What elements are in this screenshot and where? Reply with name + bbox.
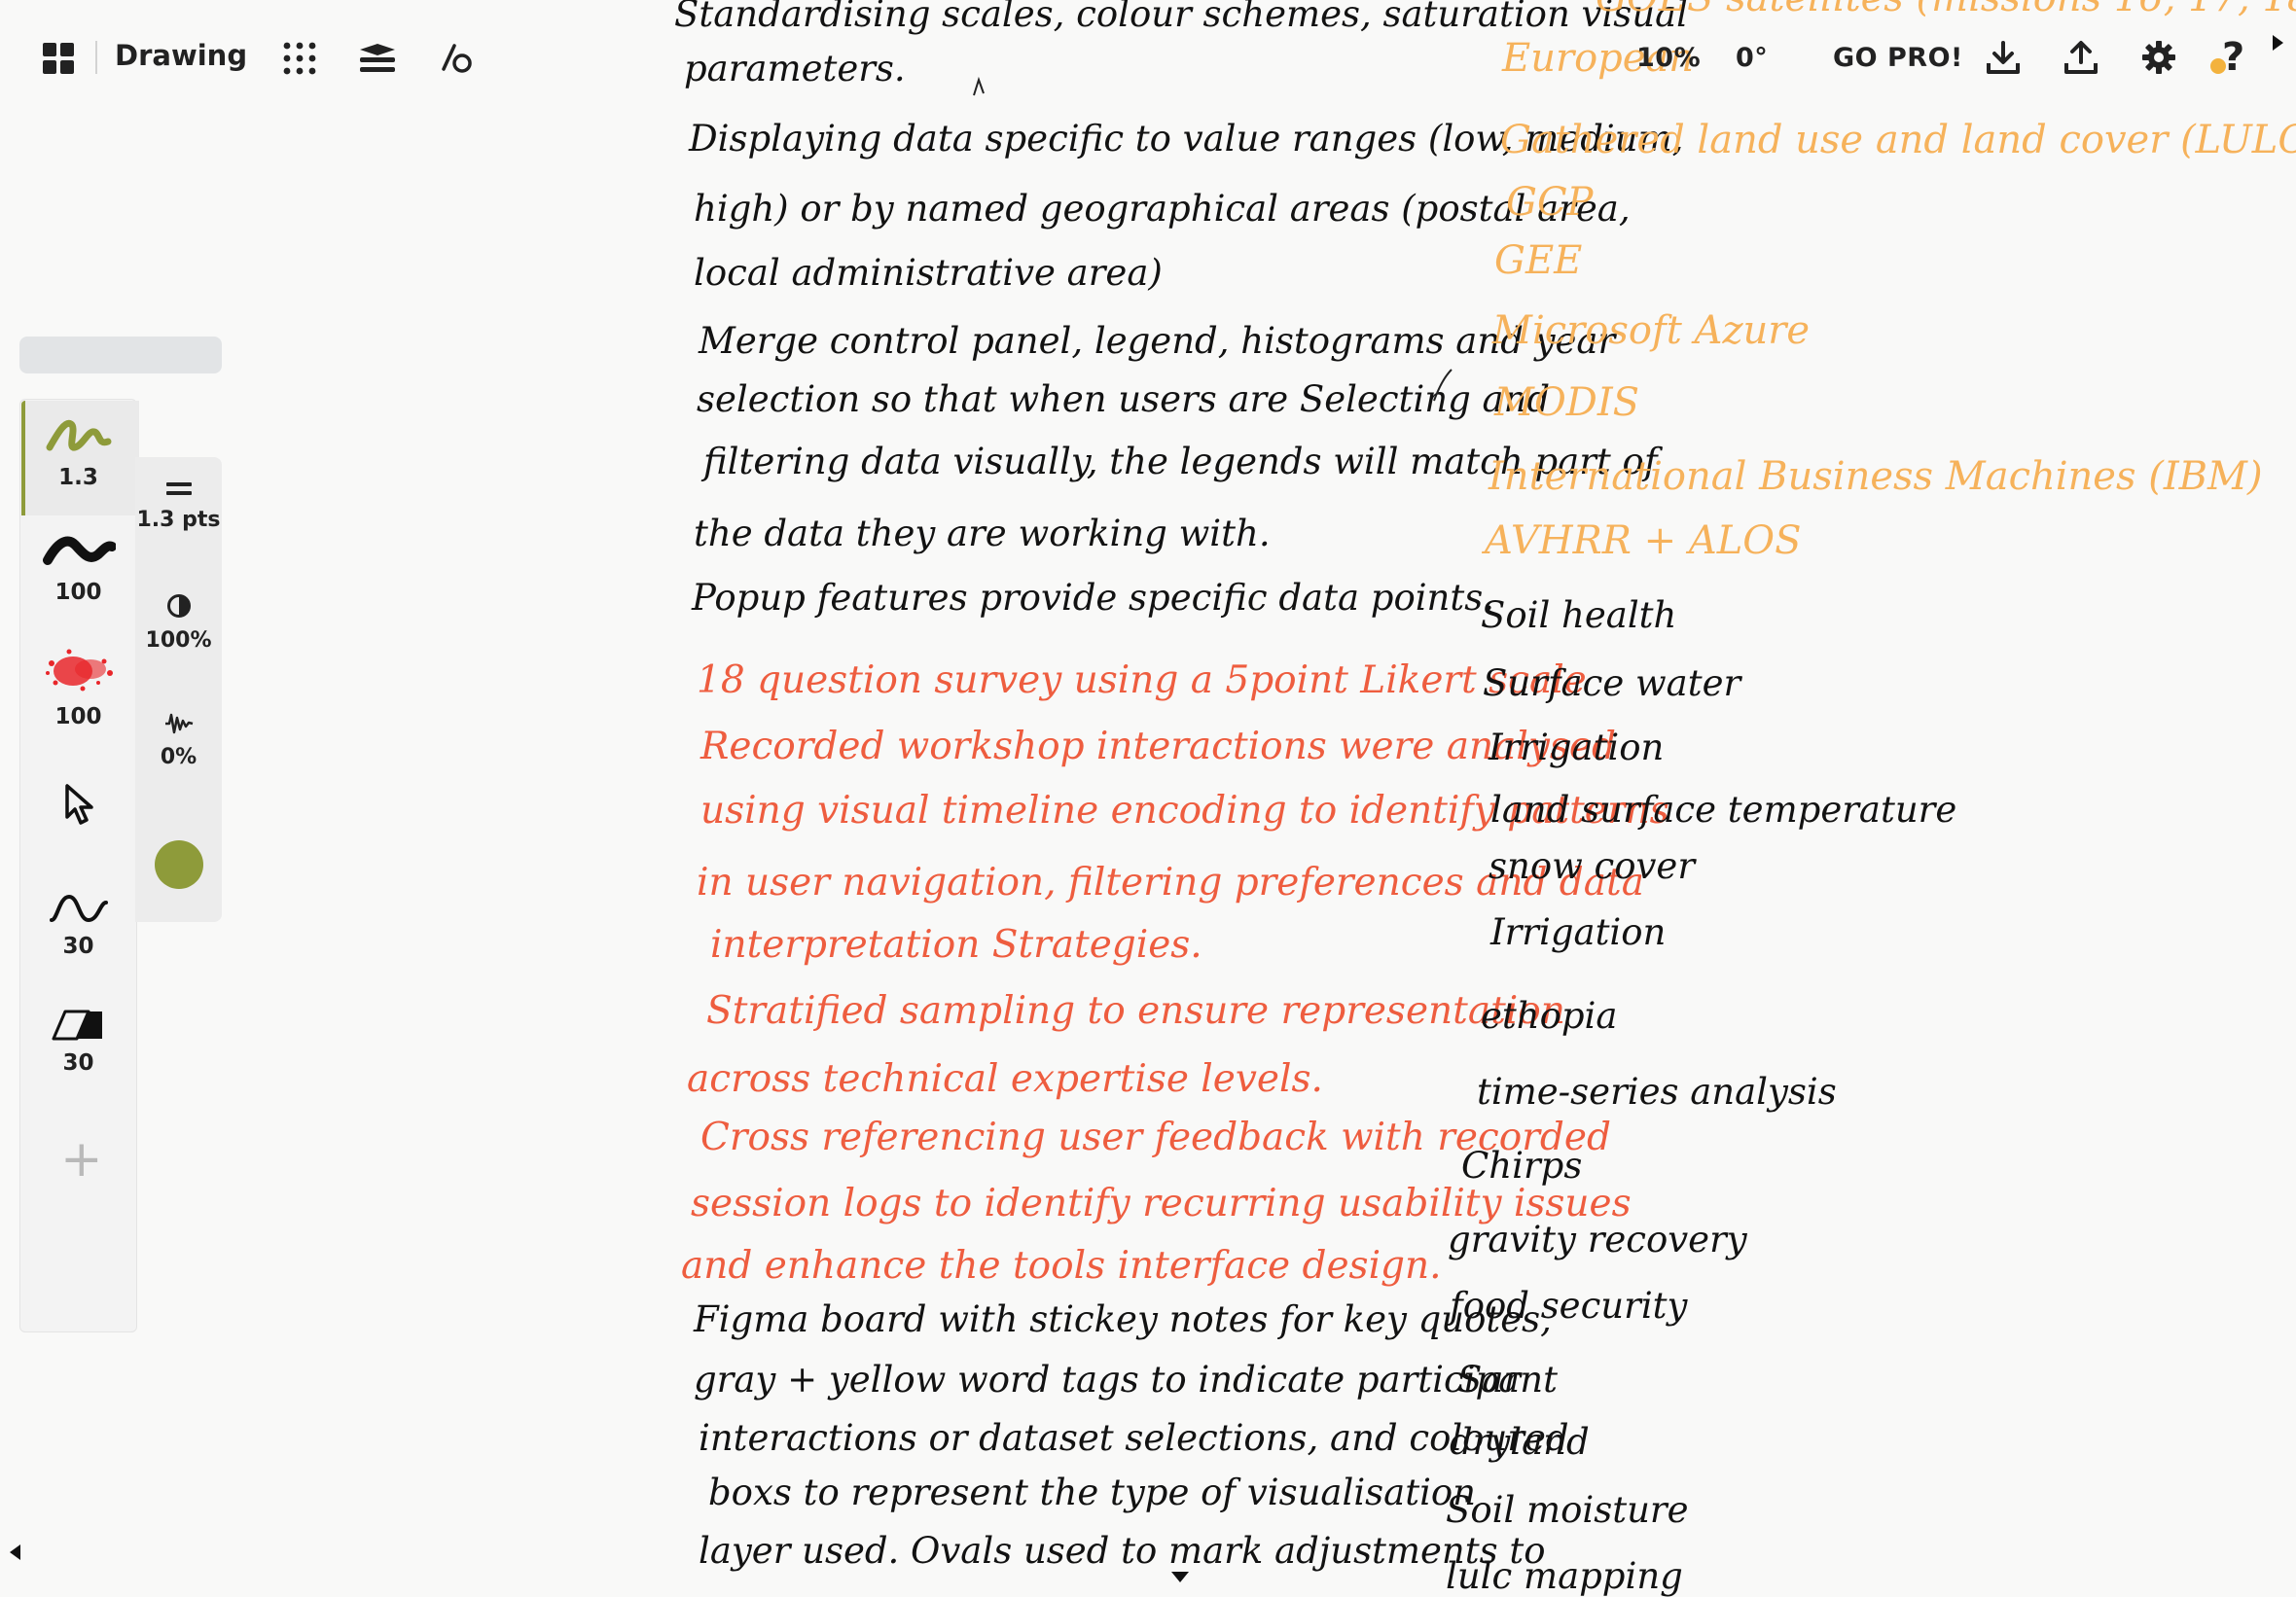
collapse-right-icon[interactable]	[2273, 35, 2283, 51]
layers-icon[interactable]	[358, 41, 397, 76]
note-line-orange: AVHRR + ALOS	[1485, 518, 1802, 563]
stray-stroke	[1433, 369, 1453, 402]
note-line: Chirps	[1461, 1145, 1583, 1187]
note-line: food security	[1450, 1285, 1688, 1327]
note-line-red: 18 question survey using a 5point Likert…	[697, 658, 1587, 702]
note-line: land surface temperature	[1490, 789, 1957, 831]
note-line: Figma board with stickey notes for key q…	[694, 1298, 1552, 1340]
note-line-red: across technical expertise levels.	[687, 1057, 1323, 1101]
note-line: snow cover	[1489, 845, 1696, 887]
zoom-level[interactable]: 10%	[1636, 43, 1701, 73]
note-line: gravity recovery	[1448, 1219, 1747, 1260]
apps-grid-icon[interactable]	[41, 41, 76, 76]
dots-grid-icon[interactable]	[282, 41, 317, 76]
toolbar-divider	[95, 41, 97, 74]
rotation-angle[interactable]: 0°	[1736, 43, 1768, 73]
note-line-red: session logs to identify recurring usabi…	[691, 1182, 1632, 1225]
note-line: time-series analysis	[1477, 1071, 1837, 1113]
note-line-orange: GEE	[1494, 238, 1583, 283]
note-line: Surface water	[1483, 662, 1741, 704]
note-line: boxs to represent the type of visualisat…	[708, 1472, 1477, 1513]
drawing-canvas[interactable]: Standardising scales, colour schemes, sa…	[0, 0, 2296, 1595]
note-line: Soil moisture	[1446, 1489, 1689, 1531]
note-line: local administrative area)	[694, 252, 1163, 294]
note-line-red: Recorded workshop interactions were anal…	[700, 725, 1616, 768]
note-line: selection so that when users are Selecti…	[697, 378, 1551, 420]
note-line: Sar	[1457, 1359, 1522, 1401]
note-line-orange: International Business Machines (IBM)	[1489, 454, 2263, 499]
note-line: lulc mapping	[1446, 1555, 1683, 1597]
note-line: interactions or dataset selections, and …	[699, 1417, 1569, 1459]
note-line: ethopia	[1481, 995, 1618, 1037]
note-line: Soil health	[1481, 594, 1677, 636]
upload-icon[interactable]	[2063, 39, 2099, 76]
shapes-icon[interactable]	[440, 41, 475, 76]
settings-gear-icon[interactable]	[2140, 39, 2177, 76]
note-line: Irrigation	[1489, 727, 1665, 768]
note-line: Irrigation	[1490, 911, 1667, 953]
note-line-orange: GCP	[1506, 180, 1594, 225]
note-line-orange: Gathered land use and land cover (LULC)	[1500, 118, 2296, 162]
note-line: the data they are working with.	[694, 513, 1271, 554]
download-icon[interactable]	[1985, 39, 2022, 76]
note-line: Popup features provide specific data poi…	[692, 577, 1495, 619]
note-line: dryland	[1450, 1421, 1590, 1463]
top-toolbar: Drawing 10% 0° GO PRO! ?	[0, 0, 2296, 117]
note-line-red: interpretation Strategies.	[710, 923, 1202, 967]
note-line: high) or by named geographical areas (po…	[694, 188, 1631, 230]
note-line-orange: Microsoft Azure	[1492, 308, 1811, 353]
note-line: Merge control panel, legend, histograms …	[699, 320, 1616, 362]
note-line: layer used. Ovals used to mark adjustmen…	[699, 1530, 1546, 1572]
help-icon[interactable]: ?	[2222, 35, 2244, 80]
note-line-red: and enhance the tools interface design.	[681, 1244, 1442, 1288]
note-line-red: Stratified sampling to ensure representa…	[706, 989, 1565, 1033]
document-title[interactable]: Drawing	[115, 39, 247, 72]
note-line-orange: MODIS	[1494, 380, 1640, 425]
note-line: gray + yellow word tags to indicate part…	[694, 1359, 1558, 1401]
go-pro-button[interactable]: GO PRO!	[1833, 43, 1963, 73]
